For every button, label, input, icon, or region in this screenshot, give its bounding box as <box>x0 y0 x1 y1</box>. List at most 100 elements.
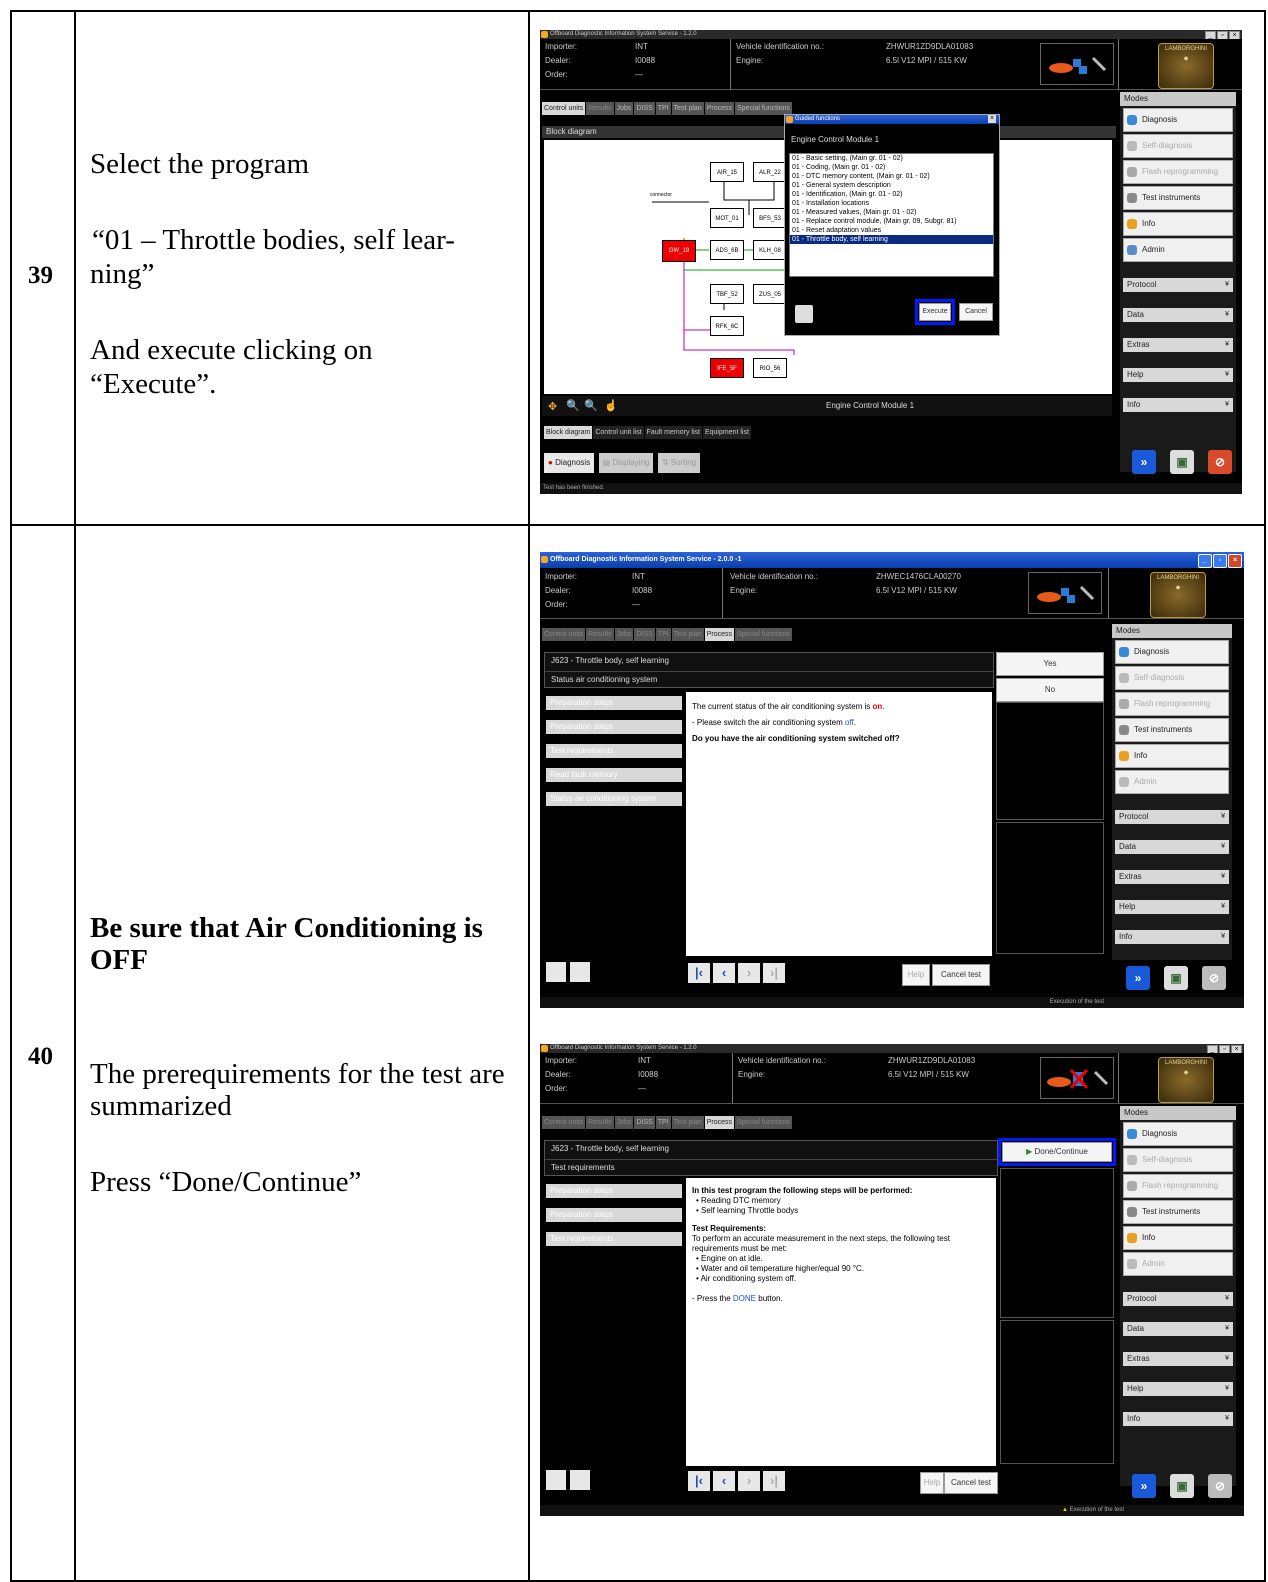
tab-process[interactable]: Process <box>704 102 734 115</box>
block-klh-08[interactable]: KLH_08 <box>753 240 787 260</box>
section-extras[interactable]: Extras <box>1123 1352 1233 1366</box>
tab-diss[interactable]: DISS <box>634 1116 655 1129</box>
section-extras[interactable]: Extras <box>1123 338 1233 352</box>
displaying-button[interactable]: ▤ Displaying <box>598 453 654 473</box>
section-extras[interactable]: Extras <box>1115 870 1229 884</box>
mode-info[interactable]: Info <box>1123 1226 1233 1250</box>
sorting-button[interactable]: ⇅ Sorting <box>657 453 701 473</box>
block-rfk-6c[interactable]: RFK_6C <box>710 316 744 336</box>
zoom-out-icon[interactable]: 🔍 <box>584 399 598 412</box>
done-continue-button[interactable]: ▶ Done/Continue <box>1002 1142 1112 1162</box>
list-item[interactable]: 01 - General system description <box>790 181 993 190</box>
block-alr-22[interactable]: ALR_22 <box>753 162 787 182</box>
cancel-test-button[interactable]: Cancel test <box>944 1472 998 1494</box>
list-item[interactable]: 01 - Identification, (Main gr. 01 - 02) <box>790 190 993 199</box>
tab-test-plan[interactable]: Test plan <box>671 102 704 115</box>
block-rio-56[interactable]: RIO_56 <box>753 358 787 378</box>
mode-info[interactable]: Info <box>1115 744 1229 768</box>
zoom-in-icon[interactable]: 🔍 <box>566 399 580 412</box>
section-protocol[interactable]: Protocol <box>1123 278 1233 292</box>
print-icon[interactable] <box>795 305 813 323</box>
forward-icon[interactable]: » <box>1126 966 1150 990</box>
exit-icon[interactable]: ⊘ <box>1208 1474 1232 1498</box>
no-button[interactable]: No <box>996 678 1104 702</box>
section-data[interactable]: Data <box>1115 840 1229 854</box>
tab-process[interactable]: Process <box>704 628 734 641</box>
list-item[interactable]: 01 - Replace control module, (Main gr. 0… <box>790 217 993 226</box>
exit-icon[interactable]: ⊘ <box>1202 966 1226 990</box>
last-icon[interactable]: ›| <box>763 1471 785 1491</box>
block-ads-6b[interactable]: ADS_6B <box>710 240 744 260</box>
help-button[interactable]: Help <box>902 964 930 986</box>
mode-diagnosis[interactable]: Diagnosis <box>1123 1122 1233 1146</box>
mode-flash-reprogramming[interactable]: Flash reprogramming <box>1123 1174 1233 1198</box>
mode-admin[interactable]: Admin <box>1115 770 1229 794</box>
maximize-icon[interactable]: ▫ <box>1213 554 1227 568</box>
section-help[interactable]: Help <box>1123 368 1233 382</box>
section-protocol[interactable]: Protocol <box>1115 810 1229 824</box>
tab-tpi[interactable]: TPI <box>655 1116 671 1129</box>
previous-icon[interactable]: ‹ <box>713 1471 735 1491</box>
tab-special-functions[interactable]: Special functions <box>735 1116 792 1129</box>
mode-diagnosis[interactable]: Diagnosis <box>1123 108 1233 132</box>
section-protocol[interactable]: Protocol <box>1123 1292 1233 1306</box>
section-data[interactable]: Data <box>1123 308 1233 322</box>
cancel-button[interactable]: Cancel <box>959 303 993 321</box>
exit-icon[interactable]: ⊘ <box>1208 450 1232 474</box>
tab-results[interactable]: Results <box>586 102 614 115</box>
mode-self-diagnosis[interactable]: Self-diagnosis <box>1115 666 1229 690</box>
section-info[interactable]: Info <box>1123 1412 1233 1426</box>
mode-test-instruments[interactable]: Test instruments <box>1115 718 1229 742</box>
block-bfs-53[interactable]: BFS_53 <box>753 208 787 228</box>
grid-icon[interactable]: ▣ <box>1170 450 1194 474</box>
mode-flash-reprogramming[interactable]: Flash reprogramming <box>1115 692 1229 716</box>
mode-test-instruments[interactable]: Test instruments <box>1123 1200 1233 1224</box>
mode-self-diagnosis[interactable]: Self-diagnosis <box>1123 1148 1233 1172</box>
tab-equipment-list[interactable]: Equipment list <box>702 426 751 439</box>
tab-test-plan[interactable]: Test plan <box>671 1116 704 1129</box>
document-icon[interactable] <box>546 1470 566 1490</box>
tab-block-diagram[interactable]: Block diagram <box>544 426 593 439</box>
minimize-icon[interactable]: _ <box>1198 554 1212 568</box>
list-item[interactable]: 01 - Basic setting, (Main gr. 01 - 02) <box>790 154 993 163</box>
mode-info[interactable]: Info <box>1123 212 1233 236</box>
block-air-15[interactable]: AIR_15 <box>710 162 744 182</box>
block-mot-01[interactable]: MOT_01 <box>710 208 744 228</box>
tab-tpi[interactable]: TPI <box>655 628 671 641</box>
tab-results[interactable]: Results <box>586 1116 614 1129</box>
document-icon[interactable] <box>546 962 566 982</box>
tab-process[interactable]: Process <box>704 1116 734 1129</box>
block-zus-05[interactable]: ZUS_05 <box>753 284 787 304</box>
tab-control-units[interactable]: Control units <box>542 1116 586 1129</box>
close-icon[interactable]: × <box>988 115 996 123</box>
last-icon[interactable]: ›| <box>763 963 785 983</box>
execute-button[interactable]: Execute <box>919 303 951 321</box>
tab-special-functions[interactable]: Special functions <box>735 628 792 641</box>
grid-icon[interactable]: ▣ <box>1164 966 1188 990</box>
diagnosis-button[interactable]: ● Diagnosis <box>544 453 595 473</box>
tab-control-unit-list[interactable]: Control unit list <box>593 426 644 439</box>
mode-admin[interactable]: Admin <box>1123 1252 1233 1276</box>
tab-jobs[interactable]: Jobs <box>614 628 634 641</box>
hand-icon[interactable]: ☝ <box>604 399 618 412</box>
first-icon[interactable]: |‹ <box>688 1471 710 1491</box>
list-item[interactable]: 01 - Reset adaptation values <box>790 226 993 235</box>
grid-icon[interactable]: ▣ <box>1170 1474 1194 1498</box>
forward-icon[interactable]: » <box>1132 450 1156 474</box>
move-icon[interactable]: ✥ <box>548 400 557 413</box>
tab-jobs[interactable]: Jobs <box>614 102 634 115</box>
tab-diss[interactable]: DISS <box>634 628 655 641</box>
list-item[interactable]: 01 - Coding, (Main gr. 01 - 02) <box>790 163 993 172</box>
next-icon[interactable]: › <box>738 963 760 983</box>
help-button[interactable]: Help <box>920 1472 944 1494</box>
section-info[interactable]: Info <box>1123 398 1233 412</box>
block-gateway[interactable]: GW_19 <box>662 240 696 262</box>
previous-icon[interactable]: ‹ <box>713 963 735 983</box>
tab-diss[interactable]: DISS <box>634 102 655 115</box>
close-icon[interactable]: × <box>1228 554 1242 568</box>
mode-self-diagnosis[interactable]: Self-diagnosis <box>1123 134 1233 158</box>
list-item[interactable]: 01 - Installation locations <box>790 199 993 208</box>
tab-tpi[interactable]: TPI <box>655 102 671 115</box>
yes-button[interactable]: Yes <box>996 652 1104 676</box>
document-zoom-icon[interactable] <box>570 962 590 982</box>
